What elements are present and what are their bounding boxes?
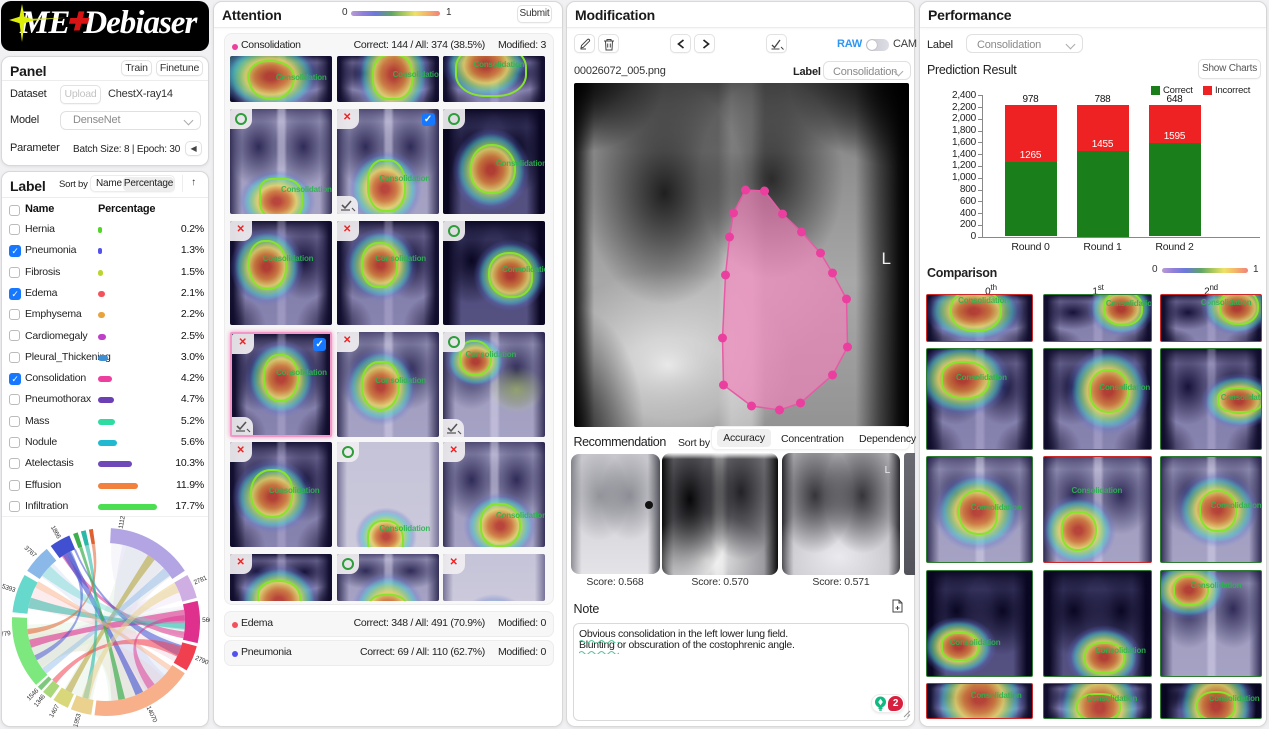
svg-text:5660: 5660	[202, 617, 210, 624]
svg-text:5393: 5393	[2, 583, 17, 594]
svg-text:3767: 3767	[23, 545, 38, 560]
svg-text:1407: 1407	[48, 703, 61, 719]
svg-text:1866: 1866	[49, 525, 62, 541]
svg-text:2790: 2790	[194, 655, 210, 667]
svg-text:2781: 2781	[193, 575, 209, 587]
svg-text:11124: 11124	[118, 516, 128, 529]
svg-text:5779: 5779	[2, 630, 12, 639]
svg-text:14070: 14070	[145, 705, 159, 724]
svg-text:1953: 1953	[72, 713, 82, 728]
